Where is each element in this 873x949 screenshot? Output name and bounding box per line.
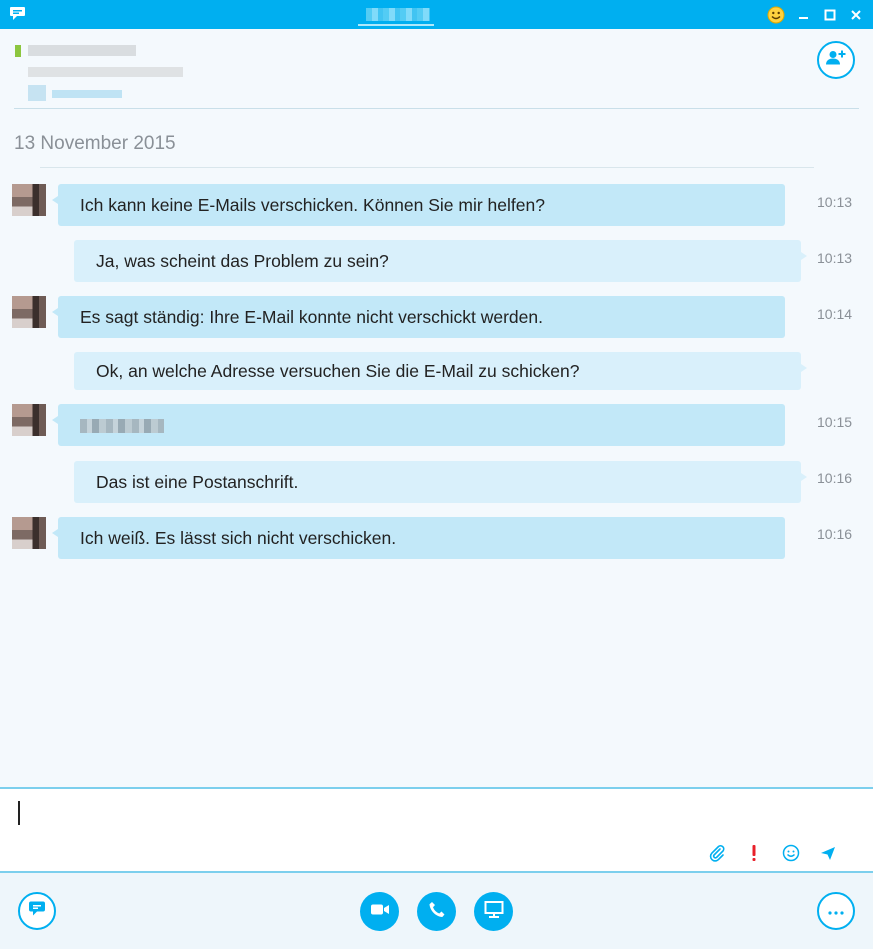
skype-chat-icon xyxy=(9,6,26,21)
conversation-header xyxy=(0,29,873,109)
call-controls-bar xyxy=(0,873,873,949)
message-composer[interactable] xyxy=(0,787,873,873)
message-text: Es sagt ständig: Ihre E-Mail konnte nich… xyxy=(80,307,543,327)
message-bubble-outgoing[interactable]: Ja, was scheint das Problem zu sein? xyxy=(74,240,807,282)
message-text: Ok, an welche Adresse versuchen Sie die … xyxy=(96,361,580,381)
avatar[interactable] xyxy=(12,404,46,436)
add-contact-button[interactable] xyxy=(817,41,855,79)
chat-icon xyxy=(28,901,46,922)
more-options-button[interactable] xyxy=(817,892,855,930)
avatar[interactable] xyxy=(12,517,46,549)
message-text: Ja, was scheint das Problem zu sein? xyxy=(96,251,389,271)
message-bubble-incoming[interactable]: Es sagt ständig: Ihre E-Mail konnte nich… xyxy=(52,296,785,338)
presence-status-indicator xyxy=(15,45,21,57)
text-caret xyxy=(18,801,20,825)
add-contact-icon xyxy=(825,49,847,72)
message-text: Ich weiß. Es lässt sich nicht verschicke… xyxy=(80,528,397,548)
emoticon-icon[interactable] xyxy=(782,844,800,862)
message-text: Das ist eine Postanschrift. xyxy=(96,472,299,492)
conversation-date: 13 November 2015 xyxy=(14,133,176,154)
more-options-icon xyxy=(828,902,844,920)
screen-share-icon xyxy=(484,900,504,923)
message-time: 10:13 xyxy=(817,250,853,266)
message-text: Ich kann keine E-Mails verschicken. Könn… xyxy=(80,195,545,215)
message-bubble-incoming[interactable]: Ich weiß. Es lässt sich nicht verschicke… xyxy=(52,517,785,559)
high-importance-icon[interactable] xyxy=(745,844,763,862)
message-bubble-outgoing[interactable]: Das ist eine Postanschrift. xyxy=(74,461,807,503)
header-divider xyxy=(14,108,859,109)
message-input[interactable] xyxy=(22,797,842,831)
message-time: 10:14 xyxy=(817,306,853,322)
send-icon[interactable] xyxy=(819,844,837,862)
video-call-icon xyxy=(370,902,390,921)
message-time: 10:13 xyxy=(817,194,853,210)
message-bubble-incoming[interactable]: Ich kann keine E-Mails verschicken. Könn… xyxy=(52,184,785,226)
video-call-button[interactable] xyxy=(360,892,399,931)
avatar[interactable] xyxy=(12,184,46,216)
message-time: 10:15 xyxy=(817,414,853,430)
title-underline xyxy=(358,24,434,26)
date-divider xyxy=(40,167,814,168)
message-time: 10:16 xyxy=(817,470,853,486)
avatar[interactable] xyxy=(12,296,46,328)
screen-share-button[interactable] xyxy=(474,892,513,931)
attach-file-icon[interactable] xyxy=(708,844,726,862)
window-title xyxy=(358,5,434,23)
voice-call-button[interactable] xyxy=(417,892,456,931)
chat-button[interactable] xyxy=(18,892,56,930)
message-bubble-incoming[interactable] xyxy=(52,404,785,446)
minimize-icon[interactable] xyxy=(794,5,814,25)
close-icon[interactable] xyxy=(846,5,866,25)
message-bubble-outgoing[interactable]: Ok, an welche Adresse versuchen Sie die … xyxy=(74,352,807,390)
message-text-redacted xyxy=(80,419,164,434)
voice-call-icon xyxy=(428,900,446,923)
smiley-icon[interactable] xyxy=(766,5,786,25)
title-bar[interactable] xyxy=(0,0,873,29)
maximize-icon[interactable] xyxy=(820,5,840,25)
message-time: 10:16 xyxy=(817,526,853,542)
